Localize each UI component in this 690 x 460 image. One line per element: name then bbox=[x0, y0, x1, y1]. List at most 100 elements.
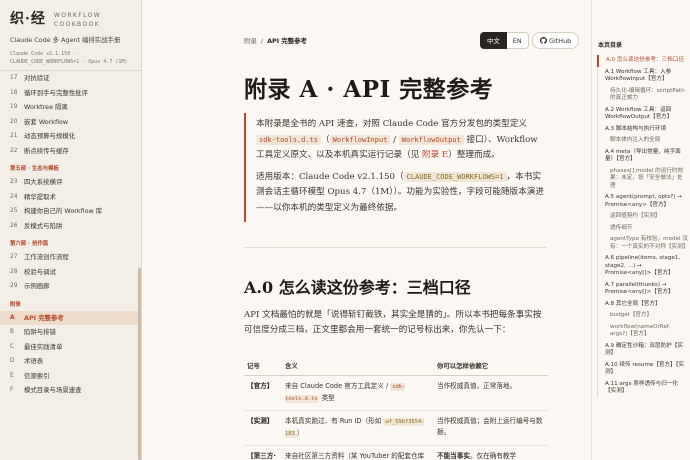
toc-item[interactable]: budget【官方】 bbox=[598, 310, 690, 322]
toc-item[interactable]: 持久化-编辑循环：scriptPath 的真正威力 bbox=[598, 86, 690, 105]
nav-num: 17 bbox=[10, 75, 18, 81]
toc-item[interactable]: A.1 Workflow 工具：入参 WorkflowInput【官方】 bbox=[598, 67, 690, 86]
nav-label: 模式目录与场景速查 bbox=[24, 386, 82, 394]
nav-label: 校验与调试 bbox=[24, 267, 56, 276]
callout-paragraph-2: 适用版本：Claude Code v2.1.150（ CLAUDE_CODE_WO… bbox=[256, 170, 546, 217]
appendix-e-link[interactable]: 附录 E bbox=[422, 150, 448, 160]
nav-label: 反模式与陷阱 bbox=[24, 221, 63, 230]
table-cell-rely: 当作权威真值；会附上运行编号与数据。 bbox=[434, 410, 548, 446]
text-run: 不能当事实 bbox=[437, 451, 470, 460]
toc-list: A.0 怎么读这份参考：三档口径 A.1 Workflow 工具：入参 Work… bbox=[597, 55, 690, 398]
toc-item[interactable]: A.8 其它全局【官方】 bbox=[598, 299, 690, 311]
text-run: ）整理而成。 bbox=[448, 150, 500, 160]
nav-label: API 完整参考 bbox=[24, 313, 64, 322]
version-line-2: CLAUDE_CODE_WORKFLOWS=1 · Opus 4.7 (1M) bbox=[10, 59, 128, 65]
toc-item[interactable]: 返回值契约【实测】 bbox=[598, 211, 690, 223]
intro-callout: 本附录是全书的 API 速查，对照 Claude Code 官方分发包的类型定义… bbox=[244, 113, 546, 222]
toc-title: 本页目录 bbox=[598, 42, 623, 49]
toc-item[interactable]: A.4 meta（导出常量，纯字面量）【官方】 bbox=[598, 147, 690, 166]
nav-item-ch22[interactable]: 22 断点续传与缓存 bbox=[0, 144, 141, 159]
nav-item-ch20[interactable]: 20 嵌套 Workflow bbox=[0, 115, 141, 130]
nav-label: 动态预算与规模化 bbox=[24, 132, 76, 140]
nav-item-appendix-a[interactable]: A API 完整参考 bbox=[0, 310, 141, 325]
toc-item[interactable]: phases[].model 的运行时效果：未定，按「安全做法」处理 bbox=[598, 166, 690, 193]
nav-num: 22 bbox=[10, 147, 18, 154]
toc-item[interactable]: A.3 脚本结构与执行环境 bbox=[598, 124, 690, 136]
toc-item[interactable]: 透传细节 bbox=[598, 223, 690, 235]
nav-item-appendix-c[interactable]: C 最佳实践清单 bbox=[0, 340, 141, 355]
nav-item-ch29[interactable]: 29 示例画廊 bbox=[0, 279, 141, 294]
breadcrumb-parent[interactable]: 附录 bbox=[244, 37, 257, 45]
version-line-1: Claude Code v2.1.150 · bbox=[10, 51, 77, 57]
inline-code: sdk-tools.d.ts bbox=[256, 134, 322, 145]
toc-item[interactable]: A.10 续传 resume【官方】【实测】 bbox=[598, 360, 690, 379]
breadcrumb-current: API 完整参考 bbox=[267, 37, 307, 45]
brand[interactable]: 织·经 WORKFLOW COOKBOOK bbox=[0, 0, 141, 29]
chapter-nav: 17 对抗验证 18 循环到手与完整性批评 19 Worktree 隔离 20 嵌套 W… bbox=[0, 71, 141, 398]
toc-item[interactable]: A.2 Workflow 工具：返回 WorkflowOutput【官方】 bbox=[598, 105, 690, 124]
reliability-table: 记号 含义 你可以怎样依赖它 【官方】 来自 Claude Code 官方工具定… bbox=[244, 357, 548, 460]
nav-item-ch19[interactable]: 19 Worktree 隔离 bbox=[0, 100, 141, 115]
nav-num: E bbox=[10, 372, 14, 379]
nav-item-ch17[interactable]: 17 对抗验证 bbox=[0, 71, 141, 86]
toc-item[interactable]: A.7 parallel(thunks) → Promise<any[]>【官方… bbox=[598, 280, 690, 299]
brand-en-line-1: WORKFLOW bbox=[53, 12, 102, 19]
inline-code: WorkflowOutput bbox=[398, 134, 464, 145]
nav-num: 25 bbox=[10, 208, 18, 214]
nav-item-appendix-e[interactable]: E 信源索引 bbox=[0, 369, 141, 384]
book-subtitle: Claude Code 多 Agent 编排实战手册 bbox=[10, 36, 121, 44]
toc-item[interactable]: A.0 怎么读这份参考：三档口径 bbox=[597, 55, 690, 67]
text-run: ） bbox=[296, 428, 304, 437]
nav-num: 23 bbox=[10, 179, 18, 185]
text-run: 来自 Claude Code 官方工具定义 / bbox=[285, 381, 391, 390]
table-cell-rely: 当作权威真值，正常落地。 bbox=[434, 375, 548, 411]
text-run: 类型 bbox=[319, 393, 335, 402]
sidebar-scrollbar[interactable] bbox=[138, 268, 141, 460]
nav-item-appendix-f[interactable]: F 模式目录与场景速查 bbox=[0, 383, 141, 398]
lang-zh-button[interactable]: 中文 bbox=[480, 32, 507, 49]
toc-item[interactable]: A.5 agent(prompt, opts?) → Promise<any>【… bbox=[598, 192, 690, 211]
nav-item-appendix-b[interactable]: B 陷阱与排错 bbox=[0, 325, 141, 340]
nav-num: F bbox=[10, 387, 14, 393]
table-cell-meaning: 来自社区第三方资料（某 YouTuber 的配套仓库 bbox=[282, 445, 434, 460]
toc-item[interactable]: agentType 有校验，model 没有：一个真实的不对称【实测】 bbox=[598, 234, 690, 253]
callout-paragraph-1: 本附录是全书的 API 速查，对照 Claude Code 官方分发包的类型定义… bbox=[256, 117, 546, 164]
nav-item-ch27[interactable]: 27 工作流创作流程 bbox=[0, 250, 141, 265]
nav-item-ch25[interactable]: 25 构建你自己的 Workflow 库 bbox=[0, 204, 141, 219]
section-heading: A.0 怎么读这份参考：三档口径 bbox=[244, 278, 471, 297]
nav-item-appendix-d[interactable]: D 术语表 bbox=[0, 354, 141, 369]
nav-label: 工作流创作流程 bbox=[24, 253, 69, 261]
toc-item[interactable]: 脚本体内注入的全局 bbox=[598, 135, 690, 147]
nav-num: 29 bbox=[10, 283, 18, 289]
text-run: 。仅在确有教学 bbox=[469, 451, 517, 460]
nav-item-ch26[interactable]: 26 反模式与陷阱 bbox=[0, 219, 141, 234]
nav-label: 四大系统横评 bbox=[24, 178, 63, 186]
breadcrumb-separator: / bbox=[260, 37, 264, 45]
table-header: 含义 bbox=[282, 357, 434, 376]
nav-item-ch18[interactable]: 18 循环到手与完整性批评 bbox=[0, 86, 141, 101]
text-run: 本机真实跑过、有 Run ID（形如 bbox=[285, 416, 384, 425]
nav-label: 精华提取术 bbox=[24, 192, 56, 201]
nav-item-ch24[interactable]: 24 精华提取术 bbox=[0, 190, 141, 205]
nav-num: 20 bbox=[10, 118, 18, 125]
lang-en-button[interactable]: EN bbox=[506, 32, 529, 49]
nav-item-ch21[interactable]: 21 动态预算与规模化 bbox=[0, 129, 141, 144]
toc-item[interactable]: A.9 确定性沙箱：双层防护【实测】 bbox=[598, 341, 690, 360]
nav-item-ch23[interactable]: 23 四大系统横评 bbox=[0, 175, 141, 190]
section-divider bbox=[244, 247, 546, 248]
table-cell-label: 【官方】 bbox=[244, 375, 282, 411]
nav-label: 对抗验证 bbox=[24, 74, 50, 82]
table-cell-rely: 不能当事实。仅在确有教学 bbox=[434, 445, 548, 460]
toc-item[interactable]: A.11 args 原样透传与归一化【实测】 bbox=[598, 379, 690, 398]
left-sidebar: 织·经 WORKFLOW COOKBOOK Claude Code 多 Agen… bbox=[0, 0, 142, 460]
toc-item[interactable]: workflow(nameOrRef, args?)【官方】 bbox=[598, 322, 690, 341]
section-paragraph: API 文档最怕的就是「说得斩钉截铁，其实全是猜的」。所以本书把每条事实按可信度… bbox=[244, 310, 542, 335]
nav-item-ch28[interactable]: 28 校验与调试 bbox=[0, 265, 141, 280]
table-cell-label: 【第三方· bbox=[244, 445, 282, 460]
nav-num: 26 bbox=[10, 222, 18, 229]
toc-item[interactable]: A.6 pipeline(items, stage1, stage2, ...)… bbox=[598, 253, 690, 280]
nav-num: B bbox=[10, 329, 14, 335]
nav-label: 陷阱与排错 bbox=[24, 328, 56, 336]
github-button[interactable]: GitHub bbox=[532, 32, 580, 49]
language-switcher: 中文 EN bbox=[480, 32, 529, 49]
